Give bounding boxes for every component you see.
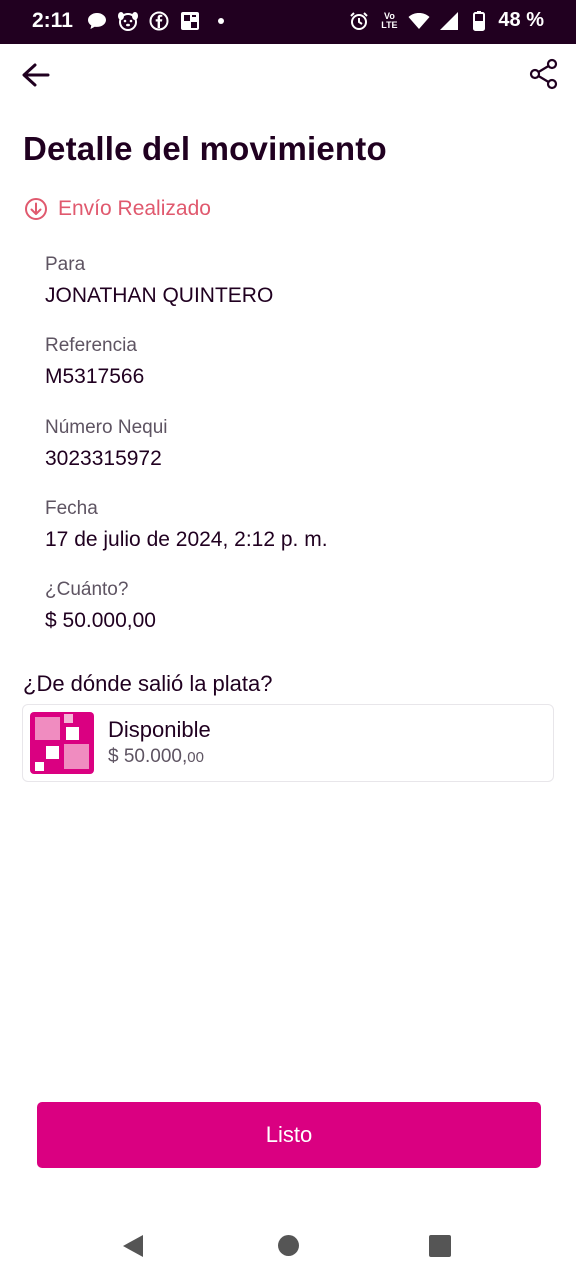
signal-icon [438, 10, 460, 32]
share-button[interactable] [526, 56, 562, 92]
battery-percent: 48 % [498, 9, 544, 31]
amount-label: ¿Cuánto? [45, 579, 129, 600]
dot-icon [210, 10, 232, 32]
status-label: Envío Realizado [58, 197, 211, 220]
system-icons: Vo LTE 48 % [348, 9, 544, 32]
app-bar [0, 44, 576, 108]
news-icon [179, 10, 201, 32]
nequi-number-label: Número Nequi [45, 417, 168, 438]
triangle-back-icon [123, 1235, 143, 1257]
battery-icon [468, 10, 490, 32]
recipient-label: Para [45, 254, 86, 275]
dog-icon [117, 10, 139, 32]
pocket-amount: $ 50.000,00 [108, 746, 204, 767]
alarm-icon [348, 10, 370, 32]
reference-field: Referencia M5317566 [45, 335, 144, 389]
page-title: Detalle del movimiento [23, 130, 387, 167]
status-bar: 2:11 Vo LTE 48 % [0, 0, 576, 44]
back-button[interactable] [16, 56, 56, 96]
source-pocket-card[interactable]: Disponible $ 50.000,00 [22, 704, 554, 782]
nav-recents-button[interactable] [429, 1235, 451, 1257]
chat-bubble-icon [86, 10, 108, 32]
amount-value: $ 50.000,00 [45, 609, 156, 632]
pocket-squares-icon [30, 712, 94, 774]
pocket-name: Disponible [108, 717, 211, 742]
nequi-number-field: Número Nequi 3023315972 [45, 417, 168, 471]
done-button[interactable]: Listo [37, 1102, 541, 1168]
source-title: ¿De dónde salió la plata? [23, 671, 273, 696]
wifi-icon [408, 10, 430, 32]
recipient-field: Para JONATHAN QUINTERO [45, 254, 273, 308]
system-navigation-bar [0, 1215, 576, 1280]
date-value: 17 de julio de 2024, 2:12 p. m. [45, 528, 328, 551]
date-field: Fecha 17 de julio de 2024, 2:12 p. m. [45, 498, 328, 552]
recipient-value: JONATHAN QUINTERO [45, 284, 274, 307]
back-arrow-icon [22, 63, 50, 87]
date-label: Fecha [45, 498, 98, 519]
nav-back-button[interactable] [122, 1234, 144, 1263]
share-icon [529, 58, 558, 90]
status-time: 2:11 [32, 9, 73, 32]
notification-icons [86, 10, 232, 32]
reference-label: Referencia [45, 335, 137, 356]
facebook-icon [148, 10, 170, 32]
amount-field: ¿Cuánto? $ 50.000,00 [45, 579, 156, 633]
reference-value: M5317566 [45, 365, 145, 388]
nav-home-button[interactable] [278, 1235, 299, 1256]
volte-icon: Vo LTE [381, 10, 398, 30]
transaction-status: Envío Realizado [24, 197, 211, 221]
nequi-number-value: 3023315972 [45, 447, 162, 470]
arrow-down-circle-icon [25, 198, 47, 220]
